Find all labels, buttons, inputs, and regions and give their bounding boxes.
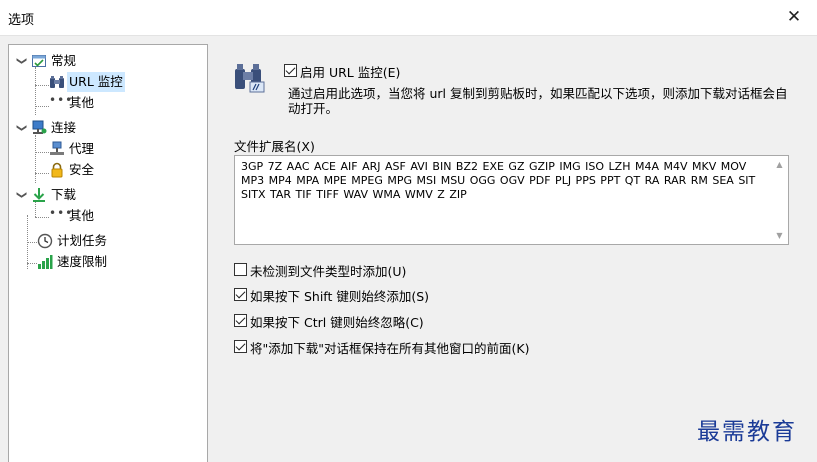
option-label-ctrl-ignore[interactable]: 如果按下 Ctrl 键则始终忽略(C) [250,312,424,331]
general-settings-icon [31,53,47,69]
option-label-keep-on-top[interactable]: 将"添加下载"对话框保持在所有其他窗口的前面(K) [250,338,529,357]
download-arrow-icon [31,187,47,203]
enable-url-monitor-label[interactable]: 启用 URL 监控(E) [300,62,400,81]
options-tree: ❯ 常规 URL 监控 ••• 其他 ❯ 连接 代理 安全 ❯ 下载 ••• 其… [8,44,208,462]
tree-item-download[interactable]: ❯ 下载 [15,185,195,205]
tree-item-label: 代理 [69,141,95,156]
tree-item-general-other[interactable]: ••• 其他 [37,93,177,113]
tree-item-speed-limit[interactable]: 速度限制 [19,252,189,272]
chevron-down-icon[interactable]: ❯ [11,189,31,201]
close-icon: ✕ [786,7,802,27]
url-monitor-description: 通过启用此选项，当您将 url 复制到剪贴板时，如果匹配以下选项，则添加下载对话… [288,86,788,116]
file-extensions-label: 文件扩展名(X) [234,139,315,154]
network-icon [31,120,47,136]
tree-item-general[interactable]: ❯ 常规 [15,51,195,71]
tree-item-label: 速度限制 [57,254,108,269]
scroll-up-icon[interactable]: ▲ [771,156,788,173]
tree-item-download-other[interactable]: ••• 其他 [37,206,177,226]
proxy-icon [49,141,65,157]
tree-item-label: 下载 [51,187,77,202]
option-checkbox-keep-on-top[interactable] [234,340,247,353]
lock-icon [49,162,65,178]
tree-item-connection[interactable]: ❯ 连接 [15,118,195,138]
option-label-shift-add[interactable]: 如果按下 Shift 键则始终添加(S) [250,286,429,305]
scroll-down-icon[interactable]: ▼ [771,227,788,244]
vertical-scrollbar[interactable]: ▲ ▼ [771,156,788,244]
file-extensions-textarea[interactable]: 3GP 7Z AAC ACE AIF ARJ ASF AVI BIN BZ2 E… [234,155,789,245]
file-extensions-value[interactable]: 3GP 7Z AAC ACE AIF ARJ ASF AVI BIN BZ2 E… [241,160,761,202]
enable-url-monitor-checkbox[interactable] [284,64,297,77]
option-checkbox-unknown-type[interactable] [234,263,247,276]
option-checkbox-ctrl-ignore[interactable] [234,314,247,327]
clock-icon [37,233,53,249]
window-title: 选项 [8,13,35,28]
watermark-text: 最需教育 [697,419,797,445]
chevron-down-icon[interactable]: ❯ [11,55,31,67]
tree-item-label: 常规 [51,53,77,68]
tree-item-proxy[interactable]: 代理 [37,139,177,159]
title-bar: 选项 ✕ [0,0,817,36]
tree-item-label: 计划任务 [57,233,108,248]
binoculars-icon [49,74,65,90]
tree-item-label: 安全 [69,162,95,177]
tree-item-url-monitor[interactable]: URL 监控 [37,72,177,92]
tree-item-label: 连接 [51,120,77,135]
tree-item-scheduler[interactable]: 计划任务 [19,231,189,251]
tree-item-label: 其他 [69,95,95,110]
option-label-unknown-type[interactable]: 未检测到文件类型时添加(U) [250,261,406,280]
url-monitor-panel: 启用 URL 监控(E) 通过启用此选项，当您将 url 复制到剪贴板时，如果匹… [212,36,817,462]
speed-bars-icon [37,254,53,270]
tree-item-label: URL 监控 [67,72,125,92]
close-button[interactable]: ✕ [771,0,817,35]
tree-item-label: 其他 [69,208,95,223]
binoculars-icon [232,60,266,94]
option-checkbox-shift-add[interactable] [234,288,247,301]
chevron-down-icon[interactable]: ❯ [11,122,31,134]
tree-item-security[interactable]: 安全 [37,160,177,180]
